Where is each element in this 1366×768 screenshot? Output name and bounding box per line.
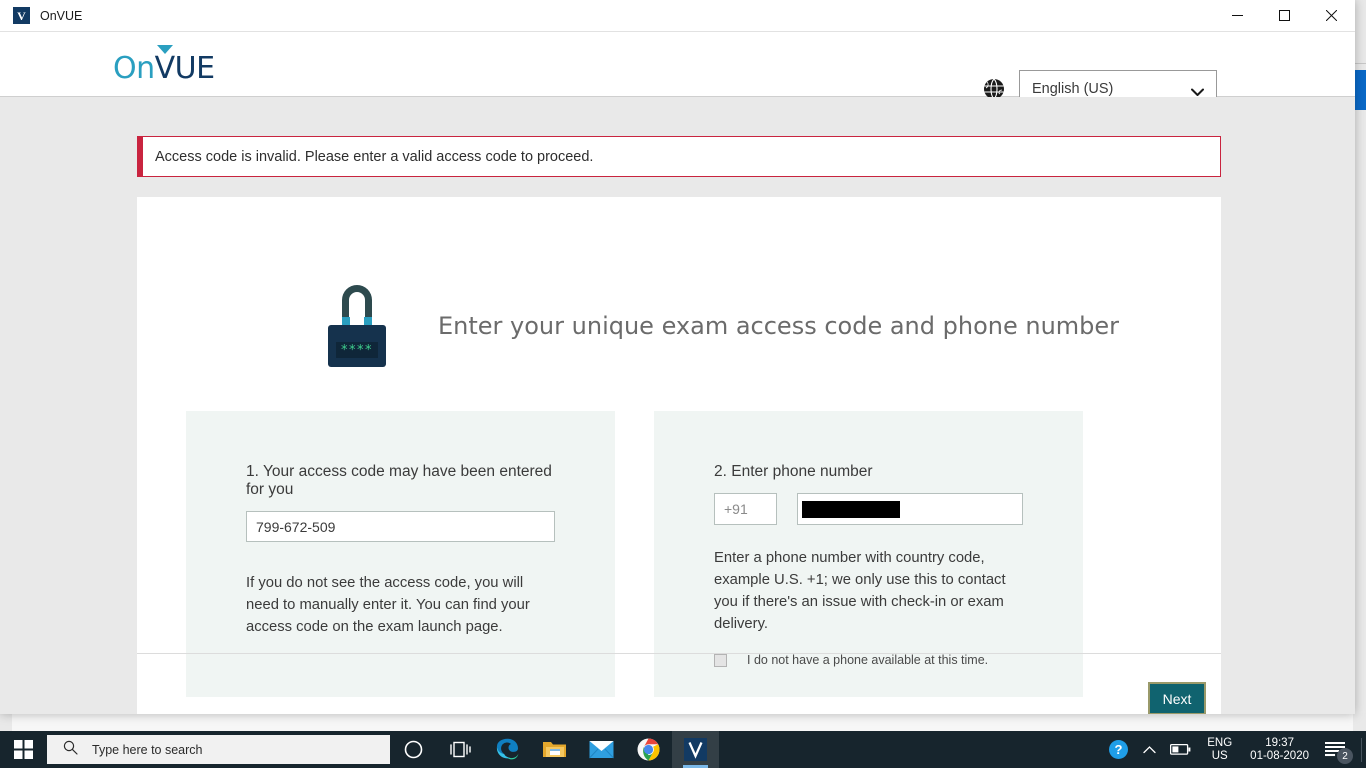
next-button[interactable]: Next bbox=[1148, 682, 1206, 714]
search-input[interactable]: Type here to search bbox=[47, 735, 390, 764]
clock-date: 01-08-2020 bbox=[1250, 749, 1309, 762]
onvue-taskbar-icon[interactable] bbox=[672, 731, 719, 768]
phone-number-redaction-bar bbox=[802, 500, 900, 518]
maximize-icon bbox=[1279, 10, 1290, 21]
notifications-badge: 2 bbox=[1337, 748, 1353, 764]
phone-help-text: Enter a phone number with country code, … bbox=[714, 550, 1006, 632]
clock[interactable]: 19:37 01-08-2020 bbox=[1241, 731, 1318, 768]
mail-icon[interactable] bbox=[578, 731, 625, 768]
language-select-value: English (US) bbox=[1032, 81, 1114, 97]
card-footer: Next bbox=[137, 653, 1221, 714]
onvue-application-window: V OnVUE On VUE English (US) Access code … bbox=[0, 0, 1355, 714]
logo-text-on: On bbox=[113, 51, 155, 86]
card-heading-row: **** Enter your unique exam access code … bbox=[137, 197, 1221, 367]
system-tray: ? ENG US 19:37 01-08-2020 2 bbox=[1101, 731, 1366, 768]
page-body: Access code is invalid. Please enter a v… bbox=[0, 97, 1355, 714]
window-title: OnVUE bbox=[40, 8, 83, 23]
battery-tray-button[interactable] bbox=[1163, 731, 1198, 768]
language-indicator-line1: ENG bbox=[1207, 736, 1233, 749]
windows-start-icon bbox=[14, 740, 33, 759]
error-alert-message: Access code is invalid. Please enter a v… bbox=[155, 148, 594, 165]
edge-icon[interactable] bbox=[484, 731, 531, 768]
close-icon bbox=[1326, 10, 1337, 21]
search-icon bbox=[63, 740, 78, 760]
onvue-app-icon: V bbox=[13, 7, 30, 24]
show-desktop-button[interactable] bbox=[1361, 737, 1362, 762]
padlock-body: **** bbox=[328, 325, 386, 367]
language-indicator-line2: US bbox=[1211, 749, 1228, 762]
chevron-up-icon bbox=[1143, 746, 1156, 754]
chrome-icon[interactable] bbox=[625, 731, 672, 768]
phone-step-label: 2. Enter phone number bbox=[714, 463, 873, 480]
help-tray-button[interactable]: ? bbox=[1101, 731, 1136, 768]
country-code-input[interactable] bbox=[714, 493, 777, 525]
cortana-icon[interactable] bbox=[390, 731, 437, 768]
padlock-mask-text: **** bbox=[341, 342, 373, 358]
window-controls bbox=[1214, 0, 1355, 31]
file-explorer-icon[interactable] bbox=[531, 731, 578, 768]
notifications-button[interactable]: 2 bbox=[1318, 731, 1359, 768]
minimize-icon bbox=[1232, 15, 1243, 16]
app-header: On VUE English (US) bbox=[0, 32, 1355, 108]
search-placeholder-text: Type here to search bbox=[92, 742, 203, 757]
page-title: Enter your unique exam access code and p… bbox=[438, 312, 1120, 340]
form-panels: 1. Your access code may have been entere… bbox=[137, 367, 1221, 697]
help-icon: ? bbox=[1109, 740, 1129, 759]
padlock-icon: **** bbox=[328, 285, 386, 367]
svg-text:?: ? bbox=[1115, 742, 1123, 757]
access-code-input[interactable] bbox=[246, 511, 555, 542]
clock-time: 19:37 bbox=[1265, 736, 1294, 749]
background-accent-band-right bbox=[1355, 70, 1366, 110]
logo-text-vue: VUE bbox=[154, 51, 215, 86]
access-code-help-text: If you do not see the access code, you w… bbox=[246, 575, 530, 635]
task-view-icon[interactable] bbox=[437, 731, 484, 768]
main-content-card: **** Enter your unique exam access code … bbox=[137, 197, 1221, 714]
logo-triangle-icon bbox=[156, 45, 173, 54]
padlock-shackle-inner bbox=[349, 295, 365, 327]
close-button[interactable] bbox=[1308, 0, 1355, 31]
show-hidden-icons-button[interactable] bbox=[1136, 731, 1163, 768]
window-title-bar[interactable]: V OnVUE bbox=[0, 0, 1355, 32]
start-button[interactable] bbox=[0, 731, 47, 768]
maximize-button[interactable] bbox=[1261, 0, 1308, 31]
phone-input-row bbox=[714, 493, 1023, 525]
error-alert-banner: Access code is invalid. Please enter a v… bbox=[137, 136, 1221, 177]
phone-number-input[interactable] bbox=[797, 493, 1023, 525]
padlock-screen: **** bbox=[336, 342, 378, 358]
windows-taskbar: Type here to search ? ENG US 19:37 01-08… bbox=[0, 731, 1366, 768]
minimize-button[interactable] bbox=[1214, 0, 1261, 31]
onvue-logo: On VUE bbox=[113, 45, 215, 86]
battery-icon bbox=[1170, 743, 1191, 755]
background-window-text-strip: June bbox=[12, 713, 1353, 731]
logo-vue-wrapper: VUE bbox=[154, 45, 215, 86]
language-indicator[interactable]: ENG US bbox=[1198, 731, 1241, 768]
access-code-step-label: 1. Your access code may have been entere… bbox=[246, 463, 552, 498]
